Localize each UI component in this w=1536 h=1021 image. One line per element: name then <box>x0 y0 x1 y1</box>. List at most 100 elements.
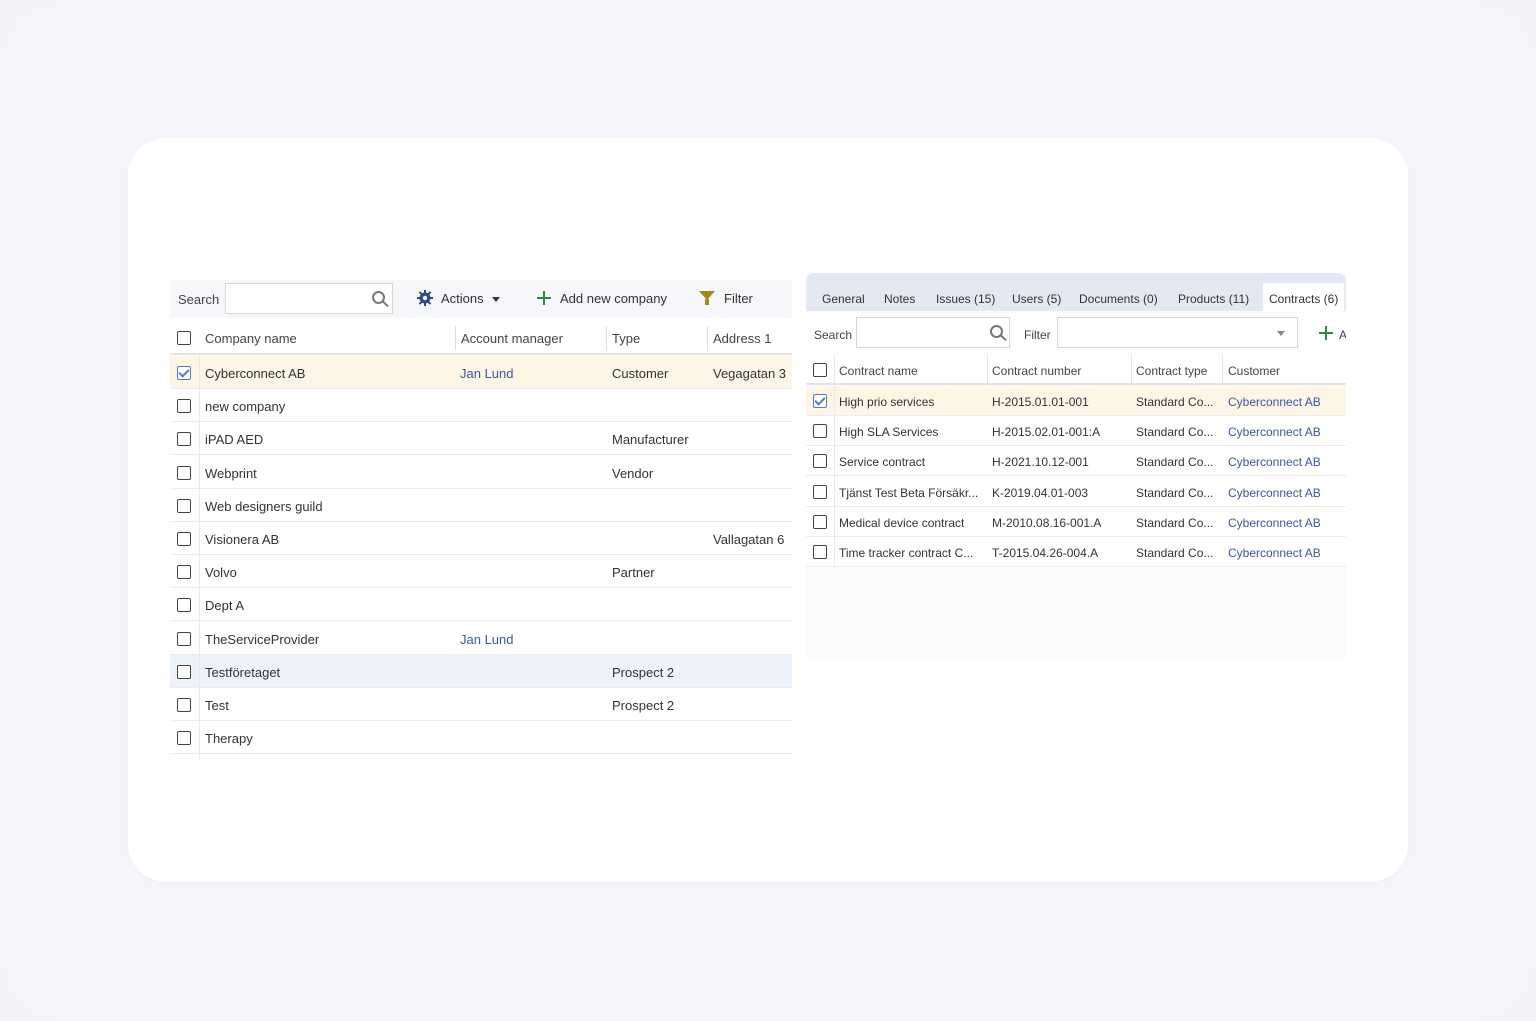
tab-issues[interactable]: Issues (15) <box>936 292 995 306</box>
contract-filter-select[interactable] <box>1057 317 1298 348</box>
tab-products[interactable]: Products (11) <box>1178 292 1249 306</box>
customer-link[interactable]: Cyberconnect AB <box>1228 486 1321 500</box>
row-checkbox[interactable] <box>813 514 827 529</box>
contract-name-cell[interactable]: Time tracker contract C... <box>839 546 973 560</box>
company-name-cell[interactable]: Cyberconnect AB <box>205 366 305 381</box>
company-toolbar: Search Actions Add new company Filter <box>170 280 792 318</box>
company-name-cell[interactable]: Visionera AB <box>205 532 279 547</box>
chevron-down-icon[interactable] <box>1277 331 1285 336</box>
row-checkbox[interactable] <box>813 424 827 439</box>
company-name-cell[interactable]: Test <box>205 698 229 713</box>
add-contract-button[interactable]: A <box>1339 328 1346 342</box>
table-row[interactable]: Time tracker contract C... T-2015.04.26-0… <box>806 537 1346 567</box>
column-customer[interactable]: Customer <box>1228 364 1280 378</box>
customer-link[interactable]: Cyberconnect AB <box>1228 455 1321 469</box>
row-checkbox[interactable] <box>177 731 191 746</box>
row-checkbox[interactable] <box>177 366 191 380</box>
search-label: Search <box>814 328 853 342</box>
column-contract-number[interactable]: Contract number <box>992 364 1081 378</box>
table-row[interactable]: Tjänst Test Beta Försäkr... K-2019.04.01-… <box>806 476 1346 507</box>
row-checkbox[interactable] <box>813 454 827 469</box>
chevron-down-icon[interactable] <box>492 297 500 302</box>
table-row[interactable]: Testföretaget Prospect 2 <box>170 654 792 688</box>
tab-users[interactable]: Users (5) <box>1012 292 1061 306</box>
row-checkbox[interactable] <box>177 565 191 580</box>
row-checkbox[interactable] <box>177 532 191 546</box>
table-row[interactable]: Web designers guild <box>170 488 792 522</box>
row-checkbox[interactable] <box>177 498 191 513</box>
contract-name-cell[interactable]: High SLA Services <box>839 425 938 439</box>
company-name-cell[interactable]: iPAD AED <box>205 432 263 447</box>
row-checkbox[interactable] <box>177 399 191 414</box>
plus-icon[interactable] <box>1319 326 1333 340</box>
column-contract-name[interactable]: Contract name <box>839 364 918 378</box>
actions-button[interactable]: Actions <box>441 291 484 306</box>
customer-link[interactable]: Cyberconnect AB <box>1228 516 1321 530</box>
row-checkbox[interactable] <box>177 465 191 480</box>
company-name-cell[interactable]: Web designers guild <box>205 499 323 514</box>
table-row[interactable]: Medical device contract M-2010.08.16-001.… <box>806 506 1346 537</box>
table-row[interactable]: High prio services H-2015.01.01-001 Standa… <box>806 386 1346 416</box>
company-name-cell[interactable]: TheServiceProvider <box>205 632 319 647</box>
address-cell: Vegagatan 3 <box>713 366 787 381</box>
tab-notes[interactable]: Notes <box>884 292 915 306</box>
row-checkbox[interactable] <box>177 598 191 613</box>
contract-name-cell[interactable]: Service contract <box>839 455 925 469</box>
row-checkbox[interactable] <box>177 698 191 712</box>
company-grid-header: Company name Account manager Type Addres… <box>170 320 792 355</box>
table-row[interactable]: iPAD AED Manufacturer <box>170 422 792 456</box>
select-all-checkbox[interactable] <box>177 331 191 345</box>
plus-icon[interactable] <box>537 291 551 305</box>
customer-link[interactable]: Cyberconnect AB <box>1228 395 1321 409</box>
table-row[interactable]: new company <box>170 389 792 423</box>
company-name-cell[interactable]: Dept A <box>205 598 244 613</box>
table-row[interactable]: Service contract H-2021.10.12-001 Standard… <box>806 446 1346 477</box>
contract-number-cell: T-2015.04.26-004.A <box>992 546 1099 560</box>
row-checkbox[interactable] <box>177 432 191 447</box>
tab-contracts[interactable]: Contracts (6) <box>1263 283 1345 311</box>
column-account-manager[interactable]: Account manager <box>461 331 563 346</box>
table-row[interactable]: Cyberconnect AB Jan Lund Customer Vegagatan… <box>170 356 792 389</box>
column-company-name[interactable]: Company name <box>205 331 297 346</box>
row-checkbox[interactable] <box>177 664 191 679</box>
select-all-checkbox[interactable] <box>813 363 827 377</box>
filter-button[interactable]: Filter <box>724 291 753 306</box>
company-name-cell[interactable]: Webprint <box>205 466 257 481</box>
table-row[interactable]: Volvo Partner <box>170 555 792 589</box>
row-checkbox[interactable] <box>813 394 827 408</box>
tab-documents[interactable]: Documents (0) <box>1079 292 1158 306</box>
column-divider <box>987 355 988 385</box>
customer-link[interactable]: Cyberconnect AB <box>1228 425 1321 439</box>
column-contract-type[interactable]: Contract type <box>1136 364 1207 378</box>
table-row[interactable]: High SLA Services H-2015.02.01-001:A Stand… <box>806 416 1346 447</box>
account-manager-link[interactable]: Jan Lund <box>460 366 514 381</box>
add-new-company-button[interactable]: Add new company <box>560 291 667 306</box>
contract-type-cell: Standard Co... <box>1136 425 1214 440</box>
table-row[interactable]: Webprint Vendor <box>170 455 792 489</box>
company-name-cell[interactable]: Therapy <box>205 731 253 746</box>
contract-name-cell[interactable]: Tjänst Test Beta Försäkr... <box>839 486 978 500</box>
table-row[interactable]: Visionera AB Vallagatan 6 <box>170 522 792 555</box>
search-icon[interactable] <box>372 291 385 304</box>
search-icon[interactable] <box>990 325 1003 338</box>
company-name-cell[interactable]: Testföretaget <box>205 665 280 680</box>
filter-icon[interactable] <box>699 291 715 305</box>
table-row[interactable]: Therapy <box>170 721 792 755</box>
row-checkbox[interactable] <box>177 631 191 646</box>
column-address[interactable]: Address 1 <box>713 331 772 346</box>
row-checkbox[interactable] <box>813 484 827 499</box>
contract-search-input[interactable] <box>856 317 1010 348</box>
table-row[interactable]: Test Prospect 2 <box>170 688 792 721</box>
company-name-cell[interactable]: new company <box>205 399 285 414</box>
contract-name-cell[interactable]: High prio services <box>839 395 934 409</box>
company-search-input[interactable] <box>225 283 393 314</box>
account-manager-link[interactable]: Jan Lund <box>460 632 514 647</box>
contract-name-cell[interactable]: Medical device contract <box>839 516 964 530</box>
column-type[interactable]: Type <box>612 331 640 346</box>
table-row[interactable]: Dept A <box>170 588 792 622</box>
customer-link[interactable]: Cyberconnect AB <box>1228 546 1321 560</box>
table-row[interactable]: TheServiceProvider Jan Lund <box>170 621 792 655</box>
tab-general[interactable]: General <box>822 292 865 306</box>
company-name-cell[interactable]: Volvo <box>205 565 237 580</box>
row-checkbox[interactable] <box>813 545 827 559</box>
